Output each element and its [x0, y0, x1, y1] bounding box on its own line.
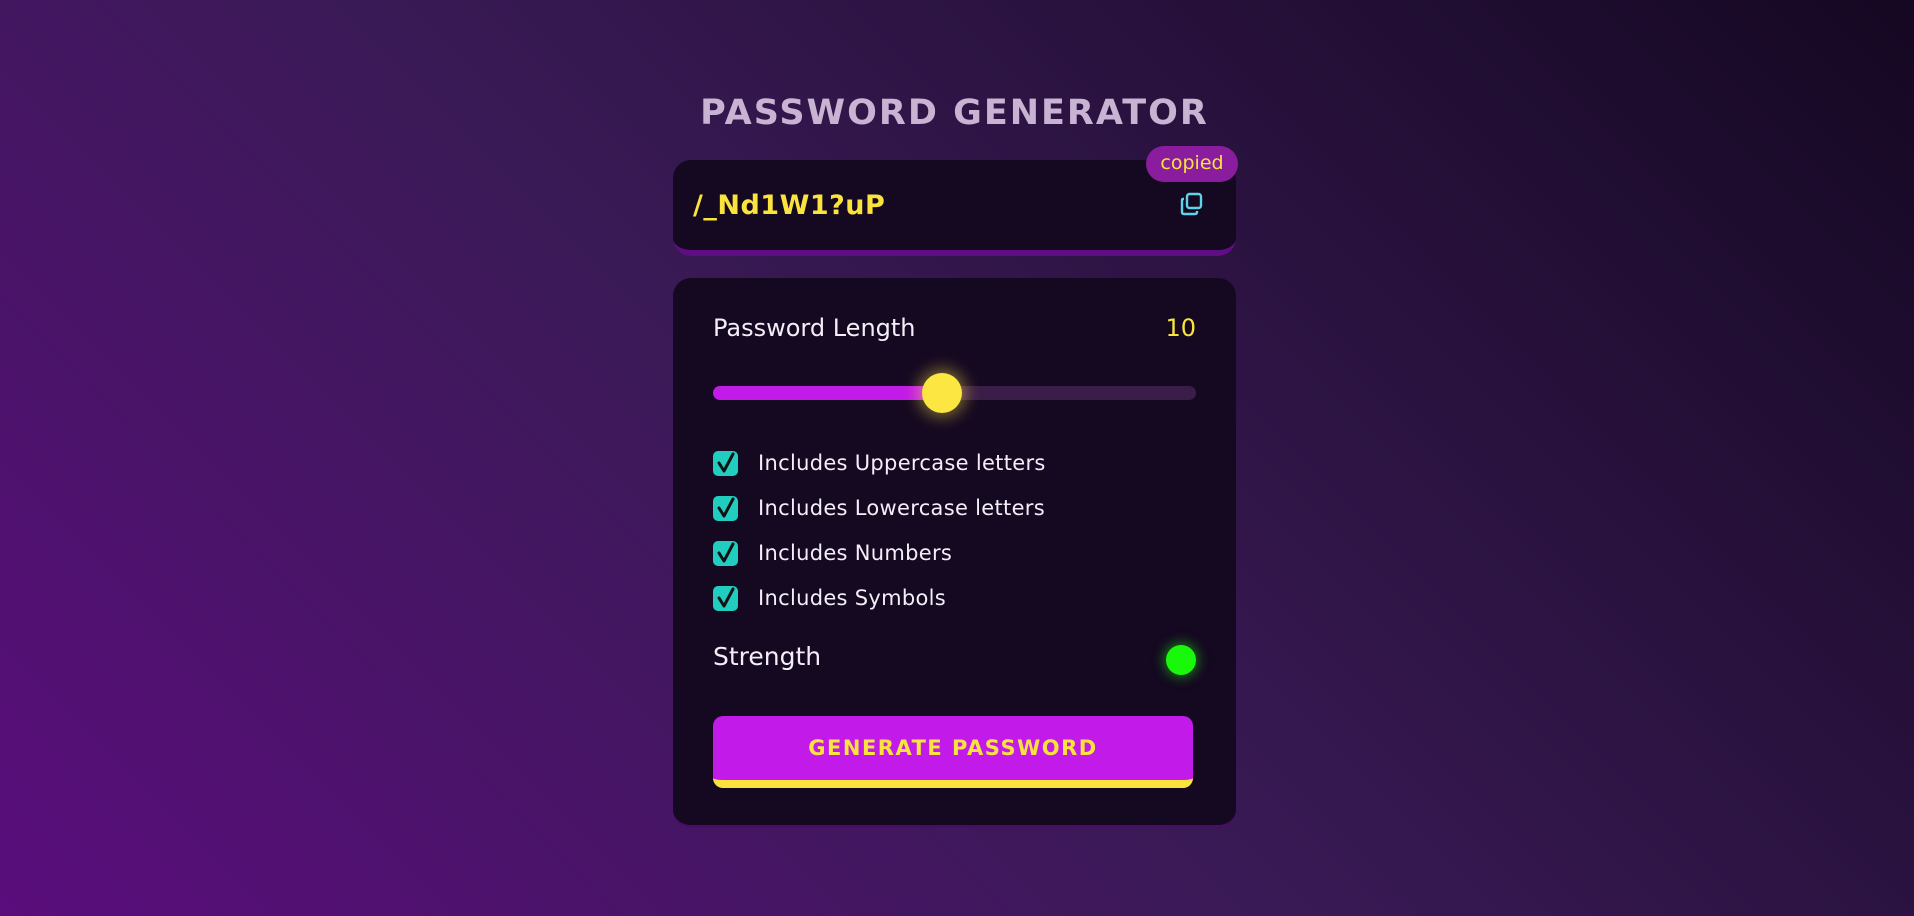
settings-panel: Password Length 10 Includes Uppercase le… [673, 278, 1236, 828]
option-label: Includes Numbers [758, 541, 953, 565]
slider-thumb[interactable] [922, 373, 963, 413]
option-lowercase[interactable]: Includes Lowercase letters [713, 493, 1045, 523]
uppercase-checkbox[interactable] [713, 450, 738, 476]
symbols-checkbox[interactable] [713, 585, 738, 611]
option-numbers[interactable]: Includes Numbers [713, 538, 952, 568]
option-label: Includes Lowercase letters [758, 496, 1045, 520]
password-display: /_Nd1W1?uP copied [673, 146, 1238, 256]
password-output: /_Nd1W1?uP [693, 190, 886, 221]
option-label: Includes Symbols [758, 586, 947, 610]
length-value: 10 [1165, 314, 1196, 342]
numbers-checkbox[interactable] [713, 540, 738, 566]
strength-label: Strength [713, 642, 822, 671]
checkmark-icon [717, 587, 735, 607]
length-label: Password Length [713, 314, 916, 342]
copy-button[interactable] [1178, 190, 1206, 218]
strength-indicator [1166, 645, 1196, 675]
checkmark-icon [717, 497, 735, 517]
checkmark-icon [717, 542, 735, 562]
option-uppercase[interactable]: Includes Uppercase letters [713, 448, 1046, 478]
slider-fill [713, 386, 943, 400]
page-title: PASSWORD GENERATOR [700, 93, 1209, 133]
copied-badge: copied [1146, 146, 1238, 182]
copy-icon [1178, 192, 1206, 221]
option-label: Includes Uppercase letters [758, 451, 1046, 475]
option-symbols[interactable]: Includes Symbols [713, 583, 946, 613]
generate-password-button[interactable]: GENERATE PASSWORD [713, 716, 1193, 788]
checkmark-icon [717, 452, 735, 472]
length-slider[interactable] [713, 373, 1196, 413]
lowercase-checkbox[interactable] [713, 495, 738, 521]
